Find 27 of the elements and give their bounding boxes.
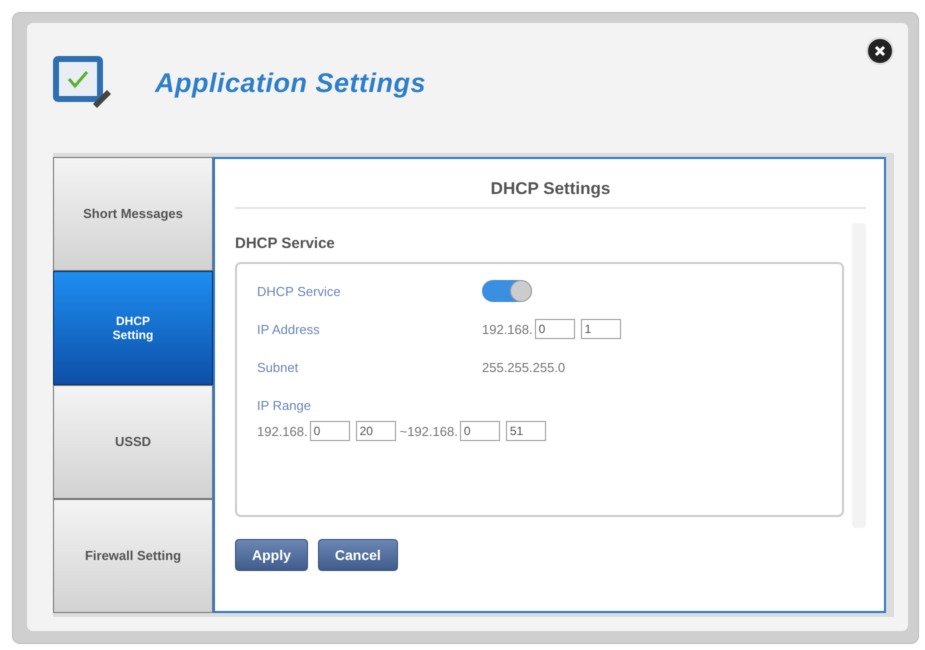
close-icon <box>873 44 887 58</box>
input-field[interactable]: 0 <box>460 421 500 441</box>
field-label: DHCP Service <box>257 284 342 298</box>
field-label: Subnet <box>257 360 300 374</box>
field-label: IP Address <box>257 322 321 336</box>
action-button[interactable]: Apply <box>235 539 308 571</box>
sidebar-tab[interactable]: USSD <box>53 385 213 499</box>
input-field[interactable]: 51 <box>506 421 546 441</box>
window-title: Application Settings <box>155 68 426 98</box>
sidebar-tab[interactable]: Short Messages <box>53 157 213 271</box>
subnet-value: 255.255.255.0 <box>482 360 566 374</box>
ip-prefix: 192.168. <box>482 322 533 336</box>
close-button[interactable] <box>866 37 894 65</box>
range-separator: ~ <box>400 424 408 438</box>
sidebar-tab[interactable]: Firewall Setting <box>53 499 213 613</box>
input-field[interactable]: 20 <box>356 421 396 441</box>
field-label: IP Range <box>257 398 312 412</box>
input-field[interactable]: 0 <box>310 421 350 441</box>
panel-title: DHCP Settings <box>235 169 866 209</box>
action-button[interactable]: Cancel <box>318 539 398 571</box>
ip-prefix: 192.168. <box>257 424 308 438</box>
toggle-switch[interactable] <box>482 280 532 302</box>
sidebar-tab[interactable]: DHCP Setting <box>53 271 213 385</box>
section-title: DHCP Service <box>235 235 336 252</box>
ip-prefix: 192.168. <box>407 424 458 438</box>
input-field[interactable]: 0 <box>534 319 575 339</box>
input-field[interactable]: 1 <box>580 319 621 339</box>
